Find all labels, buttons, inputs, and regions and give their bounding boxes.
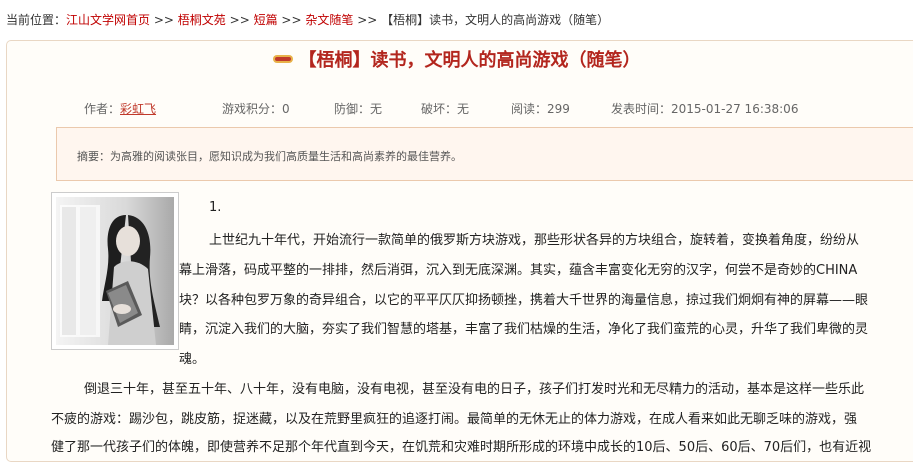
game-score: 游戏积分：0 [222, 102, 290, 116]
summary-text: 摘要：为高雅的阅读张目，愿知识成为我们高质量生活和高尚素养的最佳营养。 [77, 150, 462, 163]
publish-time: 发表时间：2015-01-27 16:38:06 [611, 102, 799, 116]
breadcrumb-link-short[interactable]: 短篇 [254, 13, 278, 27]
article-title: 【梧桐】读书，文明人的高尚游戏（随笔） [298, 50, 641, 71]
reading-girl-image [56, 197, 174, 345]
breadcrumb-separator: >> [357, 13, 378, 27]
body-line: 魂。 [179, 352, 206, 367]
summary-box: 摘要：为高雅的阅读张目，愿知识成为我们高质量生活和高尚素养的最佳营养。 [56, 127, 913, 181]
title-emblem-icon [272, 55, 293, 63]
body-line: 健了那一代孩子们的体魄，即使营养不足那个年代直到今天，在饥荒和灾难时期所形成的环… [51, 440, 872, 455]
paragraph-number: 1. [209, 200, 222, 215]
breadcrumb-current: 【梧桐】读书，文明人的高尚游戏（随笔） [381, 13, 610, 27]
article-title-row: 【梧桐】读书，文明人的高尚游戏（随笔） [0, 46, 913, 72]
breadcrumb-link-wutong[interactable]: 梧桐文苑 [178, 13, 226, 27]
article-photo [51, 192, 179, 350]
defense-stat: 防御：无 [334, 102, 383, 116]
read-count: 阅读：299 [511, 102, 570, 116]
body-line: 上世纪九十年代，开始流行一款简单的俄罗斯方块游戏，那些形状各异的方块组合，旋转着… [209, 233, 860, 248]
breadcrumb-separator: >> [281, 13, 302, 27]
breadcrumb-prefix: 当前位置： [6, 13, 67, 27]
breadcrumb: 当前位置：江山文学网首页 >> 梧桐文苑 >> 短篇 >> 杂文随笔 >> 【梧… [6, 11, 609, 28]
damage-stat: 破坏：无 [421, 102, 470, 116]
body-line: 不疲的游戏：踢沙包，跳皮筋，捉迷藏，以及在荒野里疯狂的追逐打闹。最简单的无休无止… [51, 412, 858, 427]
breadcrumb-separator: >> [153, 13, 174, 27]
breadcrumb-link-home[interactable]: 江山文学网首页 [66, 13, 150, 27]
breadcrumb-separator: >> [229, 13, 250, 27]
body-line: 块？以各种包罗万象的奇异组合，以它的平平仄仄抑扬顿挫，携着大千世界的海量信息，掠… [179, 293, 869, 308]
body-line: 幕上滑落，码成平整的一排排，然后消弭，沉入到无底深渊。其实，蕴含丰富变化无穷的汉… [179, 263, 858, 278]
body-line: 倒退三十年，甚至五十年、八十年，没有电脑，没有电视，甚至没有电的日子，孩子们打发… [84, 382, 865, 397]
author-link[interactable]: 彩虹飞 [120, 102, 156, 116]
body-line: 睛，沉淀入我们的大脑，夯实了我们智慧的塔基，丰富了我们枯燥的生活，净化了我们蛮荒… [179, 322, 869, 337]
author-label: 作者： [84, 102, 121, 116]
author-meta: 作者：彩虹飞 [84, 100, 156, 117]
breadcrumb-link-essay[interactable]: 杂文随笔 [305, 13, 353, 27]
